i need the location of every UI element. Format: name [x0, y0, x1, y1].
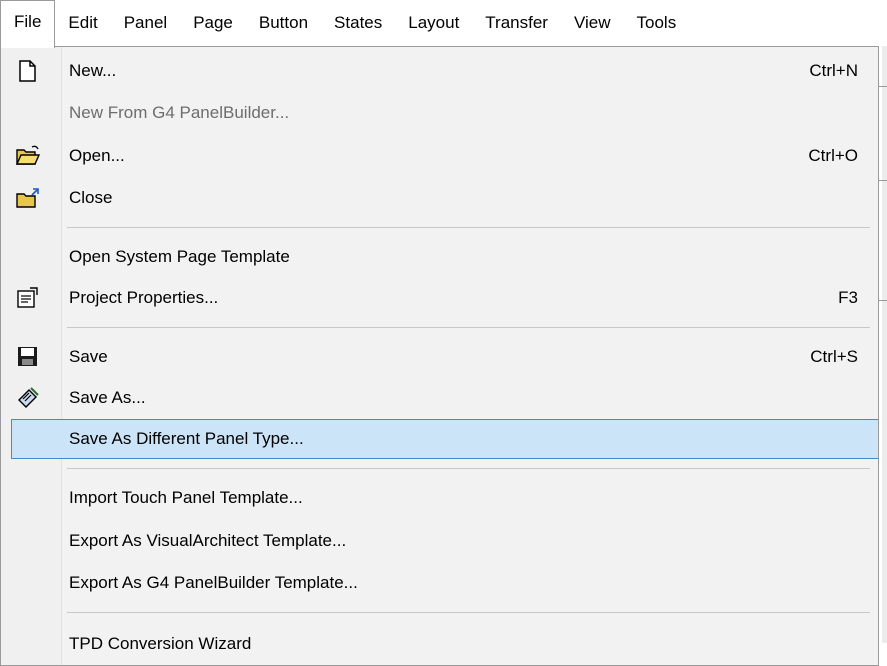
shortcut-label: Ctrl+O [808, 146, 858, 165]
menu-item-close[interactable]: Close [1, 178, 878, 218]
menu-item-label: Open System Page Template [69, 247, 290, 266]
properties-icon [15, 286, 41, 310]
menu-item-label: Close [69, 188, 113, 207]
menu-layout[interactable]: Layout [395, 0, 472, 46]
menu-item-label: Import Touch Panel Template... [69, 488, 303, 507]
shortcut-label: F3 [838, 288, 858, 307]
menu-panel[interactable]: Panel [111, 0, 180, 46]
menu-edit[interactable]: Edit [55, 0, 110, 46]
menu-button[interactable]: Button [246, 0, 321, 46]
menu-item-save[interactable]: Save Ctrl+S [1, 337, 878, 377]
menu-item-label: TPD Conversion Wizard [69, 634, 252, 653]
menu-item-open[interactable]: Open... Ctrl+O [1, 136, 878, 176]
menu-item-project-properties[interactable]: Project Properties... F3 [1, 278, 878, 318]
menu-tools[interactable]: Tools [624, 0, 690, 46]
menu-item-label: New From G4 PanelBuilder... [69, 103, 290, 122]
menu-item-label: New... [69, 61, 117, 80]
close-folder-icon [15, 186, 41, 210]
save-disk-icon [15, 345, 41, 369]
background-divider [879, 300, 887, 301]
menu-item-save-as-different-panel-type[interactable]: Save As Different Panel Type... [11, 419, 878, 459]
menu-bar: File Edit Panel Page Button States Layou… [0, 0, 887, 48]
menu-states[interactable]: States [321, 0, 395, 46]
background-divider [879, 86, 887, 87]
file-menu-dropdown: New... Ctrl+N New From G4 PanelBuilder..… [0, 46, 879, 666]
menu-separator [67, 227, 870, 228]
menu-separator [67, 612, 870, 613]
menu-separator [67, 327, 870, 328]
open-folder-icon [15, 144, 41, 168]
menu-item-import-touch-panel-template[interactable]: Import Touch Panel Template... [1, 478, 878, 518]
menu-file[interactable]: File [0, 0, 56, 48]
menu-separator [67, 468, 870, 469]
menu-transfer[interactable]: Transfer [472, 0, 561, 46]
menu-item-new-from-g4: New From G4 PanelBuilder... [1, 93, 878, 133]
menu-item-label: Export As VisualArchitect Template... [69, 531, 347, 550]
menu-view[interactable]: View [561, 0, 624, 46]
menu-item-open-system-page-template[interactable]: Open System Page Template [1, 237, 878, 277]
menu-item-label: Export As G4 PanelBuilder Template... [69, 573, 358, 592]
shortcut-label: Ctrl+N [809, 61, 858, 80]
menu-item-label: Save [69, 347, 108, 366]
new-file-icon [15, 59, 41, 83]
menu-item-export-g4-panelbuilder-template[interactable]: Export As G4 PanelBuilder Template... [1, 563, 878, 603]
menu-item-tpd-conversion-wizard[interactable]: TPD Conversion Wizard [1, 624, 878, 664]
menu-item-label: Project Properties... [69, 288, 219, 307]
background-window-edge [882, 46, 887, 643]
menu-item-label: Save As Different Panel Type... [69, 429, 304, 448]
menu-page[interactable]: Page [180, 0, 246, 46]
save-as-icon [15, 386, 41, 410]
menu-item-label: Open... [69, 146, 125, 165]
menu-item-new[interactable]: New... Ctrl+N [1, 51, 878, 91]
menu-item-export-visualarchitect-template[interactable]: Export As VisualArchitect Template... [1, 521, 878, 561]
shortcut-label: Ctrl+S [810, 347, 858, 366]
menu-item-save-as[interactable]: Save As... [1, 378, 878, 418]
background-divider [879, 180, 887, 181]
menu-item-label: Save As... [69, 388, 146, 407]
